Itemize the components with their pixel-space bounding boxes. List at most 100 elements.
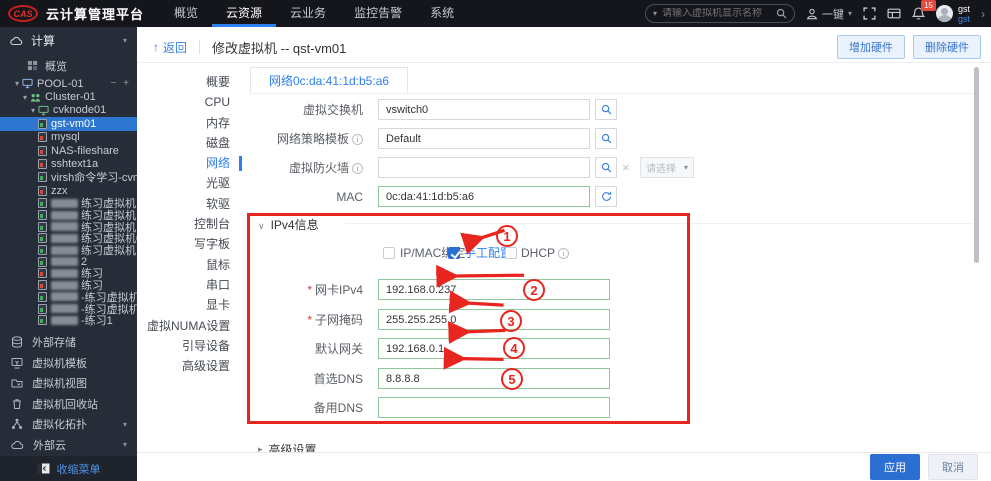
nav-item-cloud-business[interactable]: 云业务 bbox=[276, 0, 340, 27]
sidebar-section-compute[interactable]: 计算 bbox=[0, 27, 137, 54]
tree-node-vm[interactable]: NAS-fileshare bbox=[0, 144, 137, 157]
trash-icon bbox=[13, 399, 21, 409]
nav-item-system[interactable]: 系统 bbox=[416, 0, 468, 27]
menu-item-advanced[interactable]: 高级设置 bbox=[147, 356, 242, 376]
apply-button[interactable]: 应用 bbox=[870, 454, 920, 480]
nav-item-monitor-alerts[interactable]: 监控告警 bbox=[340, 0, 416, 27]
tree-node-vm-redacted[interactable]: 练习 bbox=[0, 268, 137, 280]
vertical-scrollbar[interactable] bbox=[974, 67, 979, 263]
firewall-select[interactable]: 请选择 bbox=[640, 157, 694, 178]
menu-item-serial[interactable]: 串口 bbox=[147, 275, 242, 295]
collapse-all-icon[interactable] bbox=[110, 78, 116, 89]
search-input[interactable] bbox=[661, 8, 771, 19]
menu-item-boot-device[interactable]: 引导设备 bbox=[147, 336, 242, 356]
user-menu[interactable]: gst gst bbox=[935, 4, 970, 24]
tree-node-vm[interactable]: virsh命令学习-cvm环境 bbox=[0, 171, 137, 184]
vm-icon bbox=[38, 210, 47, 221]
secondary-dns-input[interactable] bbox=[378, 397, 610, 418]
mac-regenerate-button[interactable] bbox=[595, 186, 617, 207]
vm-icon bbox=[38, 233, 47, 244]
sidebar: 计算 概览 POOL-01 Cluster-01 cvknode01 bbox=[0, 27, 137, 481]
menu-item-cdrom[interactable]: 光驱 bbox=[147, 173, 242, 193]
nav-expand-chevron-icon[interactable] bbox=[981, 7, 985, 21]
mac-input[interactable] bbox=[378, 186, 590, 207]
primary-dns-input[interactable] bbox=[378, 368, 610, 389]
cancel-button[interactable]: 取消 bbox=[928, 454, 978, 480]
manual-config-checkbox[interactable] bbox=[448, 247, 460, 259]
host-caret-icon[interactable] bbox=[28, 106, 38, 115]
dhcp-checkbox[interactable] bbox=[505, 247, 517, 259]
topology-icon bbox=[11, 419, 23, 430]
nav-item-cloud-resources[interactable]: 云资源 bbox=[212, 0, 276, 27]
policy-input[interactable] bbox=[378, 128, 590, 149]
vswitch-input[interactable] bbox=[378, 99, 590, 120]
vm-icon bbox=[38, 303, 47, 314]
quick-actions-menu[interactable]: 一键 bbox=[806, 6, 852, 22]
nav-item-overview[interactable]: 概览 bbox=[160, 0, 212, 27]
vm-label: NAS-fileshare bbox=[51, 144, 119, 157]
menu-item-memory[interactable]: 内存 bbox=[147, 113, 242, 133]
sidebar-item-vm-views[interactable]: 虚拟机视图 bbox=[0, 373, 137, 394]
menu-item-gpu[interactable]: 显卡 bbox=[147, 295, 242, 315]
add-hardware-button[interactable]: 增加硬件 bbox=[837, 35, 905, 59]
menu-item-numa[interactable]: 虚拟NUMA设置 bbox=[147, 316, 242, 336]
ipv4-section-header[interactable]: IPv4信息 bbox=[258, 216, 319, 233]
annotation-number-3: 3 bbox=[500, 310, 522, 332]
menu-item-summary[interactable]: 概要 bbox=[147, 72, 242, 92]
tree-node-host[interactable]: cvknode01 bbox=[0, 104, 137, 117]
menu-item-floppy[interactable]: 软驱 bbox=[147, 194, 242, 214]
search-scope-caret-icon[interactable] bbox=[653, 9, 657, 18]
section-collapse-caret-icon bbox=[258, 218, 265, 232]
subnet-mask-input[interactable] bbox=[378, 309, 610, 330]
firewall-search-button[interactable] bbox=[595, 157, 617, 178]
sidebar-item-vm-recycle-bin[interactable]: 虚拟机回收站 bbox=[0, 394, 137, 415]
annotation-arrows bbox=[436, 228, 525, 370]
sidebar-item-overview[interactable]: 概览 bbox=[0, 54, 137, 77]
policy-search-button[interactable] bbox=[595, 128, 617, 149]
dhcp-label[interactable]: DHCP bbox=[521, 247, 570, 260]
menu-item-tablet[interactable]: 写字板 bbox=[147, 234, 242, 254]
secondary-dns-label: 备用DNS bbox=[313, 401, 363, 415]
expand-caret-icon[interactable] bbox=[123, 420, 127, 429]
pool-caret-icon[interactable] bbox=[12, 79, 22, 88]
notifications-bell[interactable]: 15 bbox=[911, 0, 936, 21]
menu-item-disk[interactable]: 磁盘 bbox=[147, 133, 242, 153]
tree-node-vm-selected[interactable]: gst-vm01 bbox=[0, 117, 137, 131]
sidebar-item-external-storage[interactable]: 外部存储 bbox=[0, 332, 137, 353]
back-button[interactable]: 返回 bbox=[153, 39, 187, 56]
annotation-arrow-3 bbox=[448, 290, 504, 314]
tab-network-adapter[interactable]: 网络0c:da:41:1d:b5:a6 bbox=[250, 67, 408, 93]
collapse-menu-button[interactable]: 收缩菜单 bbox=[0, 456, 137, 481]
delete-hardware-button[interactable]: 删除硬件 bbox=[913, 35, 981, 59]
sidebar-item-vm-templates[interactable]: 虚拟机模板 bbox=[0, 353, 137, 374]
firewall-clear-icon[interactable] bbox=[622, 160, 630, 175]
expand-caret-icon[interactable] bbox=[123, 440, 127, 449]
gateway-input[interactable] bbox=[378, 338, 610, 359]
tree-node-cluster[interactable]: Cluster-01 bbox=[0, 90, 137, 103]
console-panel-icon[interactable] bbox=[887, 7, 901, 20]
vm-search-box[interactable] bbox=[644, 4, 795, 23]
sidebar-item-external-cloud[interactable]: 外部云 bbox=[0, 435, 137, 456]
menu-item-cpu[interactable]: CPU bbox=[147, 92, 242, 112]
menu-item-network[interactable]: 网络 bbox=[147, 153, 242, 173]
ipmac-bind-checkbox[interactable] bbox=[383, 247, 395, 259]
sidebar-item-virtualization-topology[interactable]: 虚拟化拓扑 bbox=[0, 414, 137, 435]
tree-node-vm-redacted[interactable]: -练习虚拟机 bbox=[0, 303, 137, 316]
tree-node-vm[interactable]: mysql bbox=[0, 131, 137, 144]
fullscreen-icon[interactable] bbox=[863, 7, 876, 20]
expand-all-icon[interactable] bbox=[123, 78, 129, 89]
item-label: 虚拟机模板 bbox=[32, 357, 87, 370]
vm-label: sshtext1a bbox=[51, 158, 99, 171]
search-icon[interactable] bbox=[776, 8, 787, 19]
tree-node-pool[interactable]: POOL-01 bbox=[0, 77, 137, 90]
menu-item-console[interactable]: 控制台 bbox=[147, 214, 242, 234]
firewall-input[interactable] bbox=[378, 157, 590, 178]
tree-node-vm-redacted[interactable]: 练习虚拟机 bbox=[0, 244, 137, 257]
ipv4-address-input[interactable] bbox=[378, 279, 610, 300]
menu-item-mouse[interactable]: 鼠标 bbox=[147, 255, 242, 275]
cluster-caret-icon[interactable] bbox=[20, 93, 30, 102]
section-caret-icon[interactable] bbox=[123, 36, 127, 45]
nav-right-tools: 一键 15 gst gst bbox=[644, 0, 985, 24]
primary-dns-row: 首选DNS bbox=[250, 368, 975, 390]
vswitch-search-button[interactable] bbox=[595, 99, 617, 120]
